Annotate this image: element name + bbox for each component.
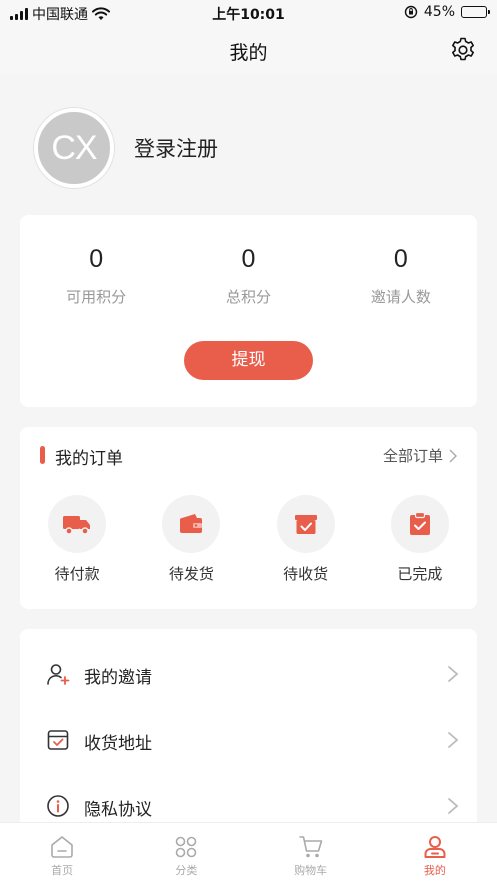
avatar[interactable]: CX (34, 108, 114, 188)
bottom-tab-bar: 首页 分类 购物车 我的 (0, 822, 497, 883)
nav-bar: 我的 (0, 26, 497, 74)
login-register-link[interactable]: 登录注册 (134, 133, 218, 163)
menu-label: 隐私协议 (84, 800, 152, 820)
order-pending-payment[interactable]: 待付款 (20, 495, 134, 584)
orders-header: 我的订单 全部订单 (20, 443, 477, 469)
box-check-icon (294, 515, 317, 534)
orders-card: 我的订单 全部订单 待付款 待发货 待收货 已完成 (20, 427, 477, 609)
tab-label: 分类 (175, 864, 198, 877)
chevron-right-icon (448, 732, 459, 748)
order-status-row: 待付款 待发货 待收货 已完成 (20, 495, 477, 584)
tab-home[interactable]: 首页 (0, 823, 124, 883)
battery-icon (461, 6, 490, 18)
cart-icon (298, 836, 322, 858)
order-completed[interactable]: 已完成 (363, 495, 477, 584)
stat-label: 可用积分 (66, 288, 127, 306)
order-icon-circle (162, 495, 221, 553)
profile-section[interactable]: CX 登录注册 (34, 108, 218, 188)
all-orders-link[interactable]: 全部订单 (383, 445, 457, 466)
order-icon-circle (390, 495, 449, 553)
order-label: 已完成 (397, 565, 443, 583)
stat-value: 0 (241, 245, 256, 273)
user-add-icon (47, 664, 70, 685)
tab-label: 首页 (51, 864, 74, 877)
person-icon (424, 836, 446, 858)
tab-cart[interactable]: 购物车 (249, 823, 373, 883)
truck-icon (63, 516, 91, 535)
battery-percent: 45% (423, 4, 455, 20)
wallet-icon (180, 514, 203, 533)
order-label: 待收货 (283, 565, 329, 583)
inbox-check-icon (47, 730, 69, 750)
order-pending-shipment[interactable]: 待发货 (134, 495, 248, 584)
orders-title: 我的订单 (55, 449, 123, 469)
withdraw-button[interactable]: 提现 (184, 341, 313, 380)
status-right: 45% (404, 4, 490, 20)
clipboard-check-icon (409, 511, 430, 535)
stat-value: 0 (89, 245, 104, 273)
stat-available-points[interactable]: 0 可用积分 (20, 245, 172, 307)
page-title: 我的 (229, 42, 268, 64)
grid-icon (176, 836, 197, 858)
menu-item-shipping-address[interactable]: 收货地址 (20, 707, 477, 773)
stat-label: 总积分 (225, 288, 271, 306)
chevron-right-icon (449, 449, 457, 462)
status-bar: 中国联通 上午10:01 45% (0, 0, 497, 26)
tab-category[interactable]: 分类 (124, 823, 248, 883)
all-orders-label: 全部订单 (382, 447, 443, 465)
stat-total-points[interactable]: 0 总积分 (172, 245, 324, 307)
home-icon (51, 836, 73, 858)
menu-label: 收货地址 (84, 734, 152, 754)
points-card: 0 可用积分 0 总积分 0 邀请人数 提现 (20, 215, 477, 407)
chevron-right-icon (448, 666, 459, 682)
orientation-lock-icon (404, 5, 418, 19)
order-icon-circle (276, 495, 335, 553)
tab-mine[interactable]: 我的 (373, 823, 497, 883)
order-icon-circle (48, 495, 107, 553)
order-pending-receipt[interactable]: 待收货 (249, 495, 363, 584)
stat-invite-count[interactable]: 0 邀请人数 (325, 245, 477, 307)
tab-label: 我的 (423, 864, 446, 877)
stats-row: 0 可用积分 0 总积分 0 邀请人数 (20, 245, 477, 307)
stat-label: 邀请人数 (370, 288, 431, 306)
menu-label: 我的邀请 (84, 668, 152, 688)
order-label: 待付款 (54, 565, 100, 583)
menu-item-my-invites[interactable]: 我的邀请 (20, 641, 477, 707)
stat-value: 0 (393, 245, 408, 273)
info-icon (47, 795, 69, 817)
section-accent-bar (40, 446, 45, 464)
gear-icon[interactable] (449, 36, 477, 64)
order-label: 待发货 (168, 565, 214, 583)
menu-list: 我的邀请 收货地址 隐私协议 (20, 629, 477, 829)
tab-label: 购物车 (294, 864, 328, 877)
chevron-right-icon (448, 798, 459, 814)
